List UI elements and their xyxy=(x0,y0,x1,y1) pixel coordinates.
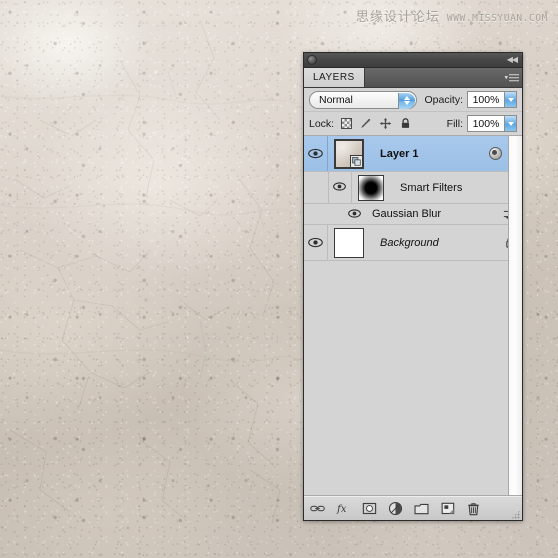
table-row[interactable]: Layer 1 xyxy=(304,136,522,172)
resize-grip-icon[interactable] xyxy=(511,510,520,519)
table-row[interactable]: Smart Filters xyxy=(304,172,522,204)
link-layers-icon[interactable] xyxy=(310,501,325,516)
table-row[interactable]: Gaussian Blur xyxy=(304,204,522,225)
panel-menu-icon[interactable]: ▾ xyxy=(504,73,519,82)
layer-thumbnail-cell[interactable] xyxy=(328,138,370,169)
blend-mode-select[interactable]: Normal xyxy=(309,90,417,109)
eye-icon xyxy=(308,237,323,248)
watermark-site-url: WWW.MISSYUAN.COM xyxy=(446,13,548,24)
delete-layer-trash-icon[interactable] xyxy=(466,501,481,516)
filter-name[interactable]: Gaussian Blur xyxy=(366,208,502,220)
photoshop-canvas: 思缘设计论坛 WWW.MISSYUAN.COM ◀◀ LAYERS ▾ Norm… xyxy=(0,0,558,558)
table-row[interactable]: Background xyxy=(304,225,522,261)
white-thumbnail[interactable] xyxy=(334,227,364,258)
layer-name[interactable]: Layer 1 xyxy=(370,148,489,160)
lock-row: Lock: Fill: 100% xyxy=(304,112,522,136)
layer-name[interactable]: Smart Filters xyxy=(390,182,522,194)
lock-icon-group xyxy=(341,117,412,130)
layer-visibility-toggle[interactable] xyxy=(304,136,328,171)
opacity-value[interactable]: 100% xyxy=(467,91,504,108)
eye-icon xyxy=(347,208,363,220)
watermark: 思缘设计论坛 WWW.MISSYUAN.COM xyxy=(356,6,548,25)
fill-field[interactable]: 100% xyxy=(467,115,517,132)
panel-titlebar[interactable]: ◀◀ xyxy=(304,53,522,68)
layer-name[interactable]: Background xyxy=(370,237,505,249)
eye-icon xyxy=(308,148,323,159)
smart-object-badge-icon xyxy=(350,154,363,168)
svg-text:fx: fx xyxy=(336,504,347,515)
add-layer-mask-icon[interactable] xyxy=(362,501,377,516)
lock-label: Lock: xyxy=(309,117,335,130)
circle-grip-icon[interactable] xyxy=(307,55,317,65)
opacity-field[interactable]: 100% xyxy=(467,91,517,108)
up-down-stepper-icon[interactable] xyxy=(398,92,415,109)
lock-position-move-icon[interactable] xyxy=(379,117,392,130)
hamburger-icon xyxy=(509,73,519,82)
layer-visibility-toggle[interactable] xyxy=(328,172,352,203)
new-group-folder-icon[interactable] xyxy=(414,501,429,516)
watermark-site-name: 思缘设计论坛 xyxy=(355,10,440,25)
new-layer-icon[interactable] xyxy=(440,501,455,516)
tab-layers-label: LAYERS xyxy=(313,72,355,83)
fill-label: Fill: xyxy=(446,117,463,130)
double-left-arrow-icon[interactable]: ◀◀ xyxy=(507,56,519,64)
fill-slider-arrow-icon[interactable] xyxy=(504,115,517,132)
layers-panel-footer: fx xyxy=(304,496,522,520)
smart-filter-mask-thumbnail[interactable] xyxy=(358,174,384,201)
layer-list: Layer 1 Smart Filters Gaussian Blur Back… xyxy=(304,136,522,496)
layer-thumbnail-cell[interactable] xyxy=(352,174,390,201)
smart-object-texture-thumbnail[interactable] xyxy=(334,138,364,169)
chevron-down-icon: ▾ xyxy=(504,74,508,81)
fill-value[interactable]: 100% xyxy=(467,115,504,132)
layer-visibility-toggle[interactable] xyxy=(304,225,328,260)
eye-icon xyxy=(332,182,348,193)
add-layer-style-fx-icon[interactable]: fx xyxy=(336,501,351,516)
layer-thumbnail-cell[interactable] xyxy=(328,227,370,258)
lock-all-padlock-icon[interactable] xyxy=(399,117,412,130)
lock-image-brush-icon[interactable] xyxy=(359,117,372,130)
new-adjustment-layer-icon[interactable] xyxy=(388,501,403,516)
opacity-slider-arrow-icon[interactable] xyxy=(504,91,517,108)
lock-transparency-icon[interactable] xyxy=(341,118,353,129)
smart-filter-indicator-icon[interactable] xyxy=(489,147,502,160)
blend-mode-row: Normal Opacity: 100% xyxy=(304,88,522,112)
panel-tabstrip: LAYERS ▾ xyxy=(304,68,522,88)
layers-panel: ◀◀ LAYERS ▾ Normal Opacity: 100% Lock: F… xyxy=(303,52,523,521)
blend-mode-value: Normal xyxy=(319,93,353,106)
tab-layers[interactable]: LAYERS xyxy=(304,68,365,87)
layer-list-scrollbar[interactable] xyxy=(508,136,522,495)
filter-visibility-toggle[interactable] xyxy=(344,208,366,220)
opacity-label: Opacity: xyxy=(424,93,463,106)
